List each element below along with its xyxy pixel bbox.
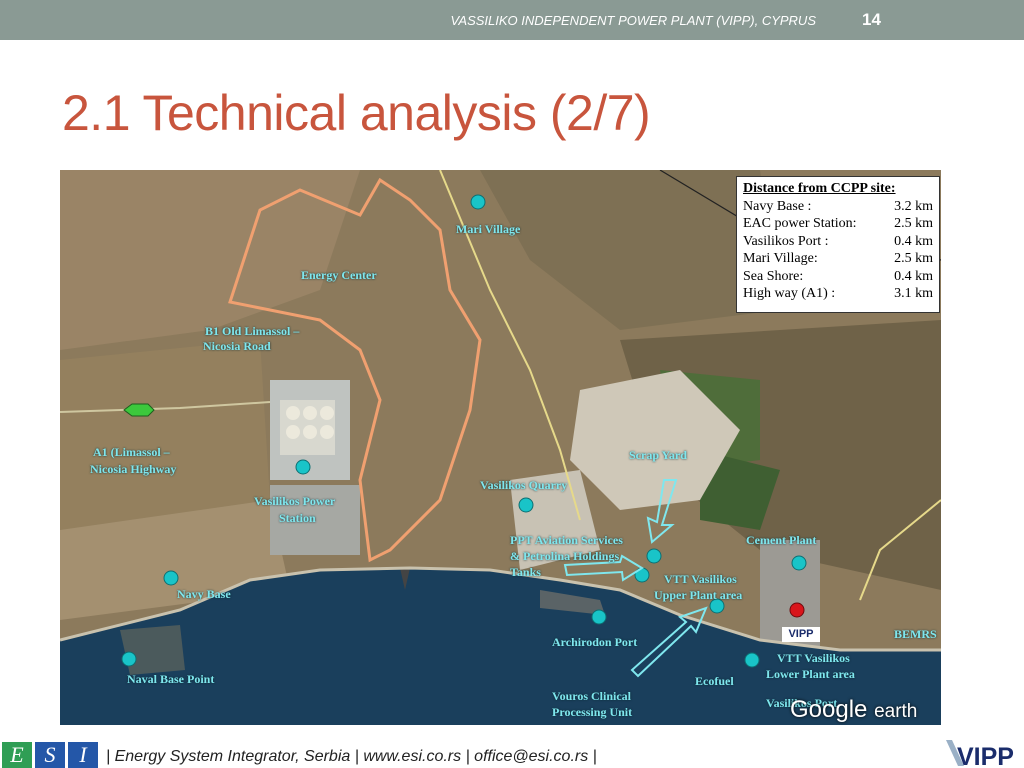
label-vtt-upper-1: VTT Vasilikos bbox=[664, 572, 737, 586]
label-ecofuel: Ecofuel bbox=[695, 674, 734, 688]
distance-row: Sea Shore: 0.4 km bbox=[743, 268, 933, 286]
label-a1-highway-1: A1 (Limassol – bbox=[93, 445, 170, 459]
label-navy-base: Navy Base bbox=[177, 587, 231, 601]
label-scrap-yard: Scrap Yard bbox=[629, 448, 687, 462]
label-vouros-1: Vouros Clinical bbox=[552, 689, 632, 703]
label-mari-village: Mari Village bbox=[456, 222, 521, 236]
vipp-logo: VIPP bbox=[946, 740, 1014, 768]
label-vtt-upper-2: Upper Plant area bbox=[654, 588, 743, 602]
distance-value: 0.4 km bbox=[894, 233, 933, 249]
slide-footer: E S I | Energy System Integrator, Serbia… bbox=[0, 738, 1024, 768]
distance-label: Navy Base : bbox=[743, 198, 812, 214]
label-ppt-2: & Petrolina Holdings bbox=[510, 549, 620, 563]
label-ppt-1: PPT Aviation Services bbox=[510, 533, 623, 547]
label-vouros-2: Processing Unit bbox=[552, 705, 633, 719]
slide-header-bar: VASSILIKO INDEPENDENT POWER PLANT (VIPP)… bbox=[0, 0, 1024, 40]
vipp-map-marker-logo: VIPP bbox=[782, 627, 820, 642]
distance-row: High way (A1) : 3.1 km bbox=[743, 285, 933, 303]
distance-table: Distance from CCPP site: Navy Base : 3.2 … bbox=[736, 176, 940, 313]
distance-table-heading: Distance from CCPP site: bbox=[743, 181, 896, 196]
distance-row: EAC power Station: 2.5 km bbox=[743, 215, 933, 233]
distance-value: 3.2 km bbox=[894, 198, 933, 214]
esi-logo-e: E bbox=[2, 742, 32, 768]
vipp-logo-text: VIPP bbox=[957, 743, 1014, 768]
label-ppt-3: Tanks bbox=[510, 565, 541, 579]
label-power-station-2: Station bbox=[279, 511, 316, 525]
earth-word: earth bbox=[874, 701, 918, 722]
footer-contact-text: | Energy System Integrator, Serbia | www… bbox=[106, 748, 597, 765]
distance-label: High way (A1) : bbox=[743, 286, 836, 301]
distance-value: 2.5 km bbox=[894, 216, 933, 231]
label-b1-road-2: Nicosia Road bbox=[203, 339, 271, 353]
distance-row: Vasilikos Port : 0.4 km bbox=[743, 233, 933, 251]
distance-value: 2.5 km bbox=[894, 251, 933, 266]
distance-label: Mari Village: bbox=[743, 251, 818, 266]
distance-value: 0.4 km bbox=[894, 268, 933, 284]
label-energy-center: Energy Center bbox=[301, 268, 377, 282]
label-b1-road-1: B1 Old Limassol – bbox=[205, 324, 300, 338]
esi-logo-i: I bbox=[68, 742, 98, 768]
label-a1-highway-2: Nicosia Highway bbox=[90, 462, 177, 476]
distance-row: Mari Village: 2.5 km bbox=[743, 250, 933, 268]
label-cement-plant: Cement Plant bbox=[746, 533, 817, 547]
label-vtt-lower-2: Lower Plant area bbox=[766, 667, 855, 681]
distance-value: 3.1 km bbox=[894, 286, 933, 301]
label-archirodon-port: Archirodon Port bbox=[552, 635, 638, 649]
esi-logo-s: S bbox=[35, 742, 65, 768]
google-earth-watermark: Google earth bbox=[790, 696, 917, 724]
google-word: Google bbox=[790, 696, 868, 723]
label-vtt-lower-1: VTT Vasilikos bbox=[777, 651, 850, 665]
label-quarry: Vasilikos Quarry bbox=[480, 478, 568, 492]
label-power-station-1: Vasilikos Power bbox=[254, 494, 336, 508]
label-bemrs: BEMRS bbox=[894, 627, 937, 641]
distance-label: EAC power Station: bbox=[743, 216, 857, 231]
distance-label: Vasilikos Port : bbox=[743, 233, 829, 249]
page-number: 14 bbox=[862, 10, 881, 29]
distance-label: Sea Shore: bbox=[743, 268, 804, 284]
slide-subject: VASSILIKO INDEPENDENT POWER PLANT (VIPP)… bbox=[450, 13, 816, 28]
distance-row: Navy Base : 3.2 km bbox=[743, 198, 933, 216]
slide-title: 2.1 Technical analysis (2/7) bbox=[62, 85, 651, 141]
label-naval-base-point: Naval Base Point bbox=[127, 672, 215, 686]
